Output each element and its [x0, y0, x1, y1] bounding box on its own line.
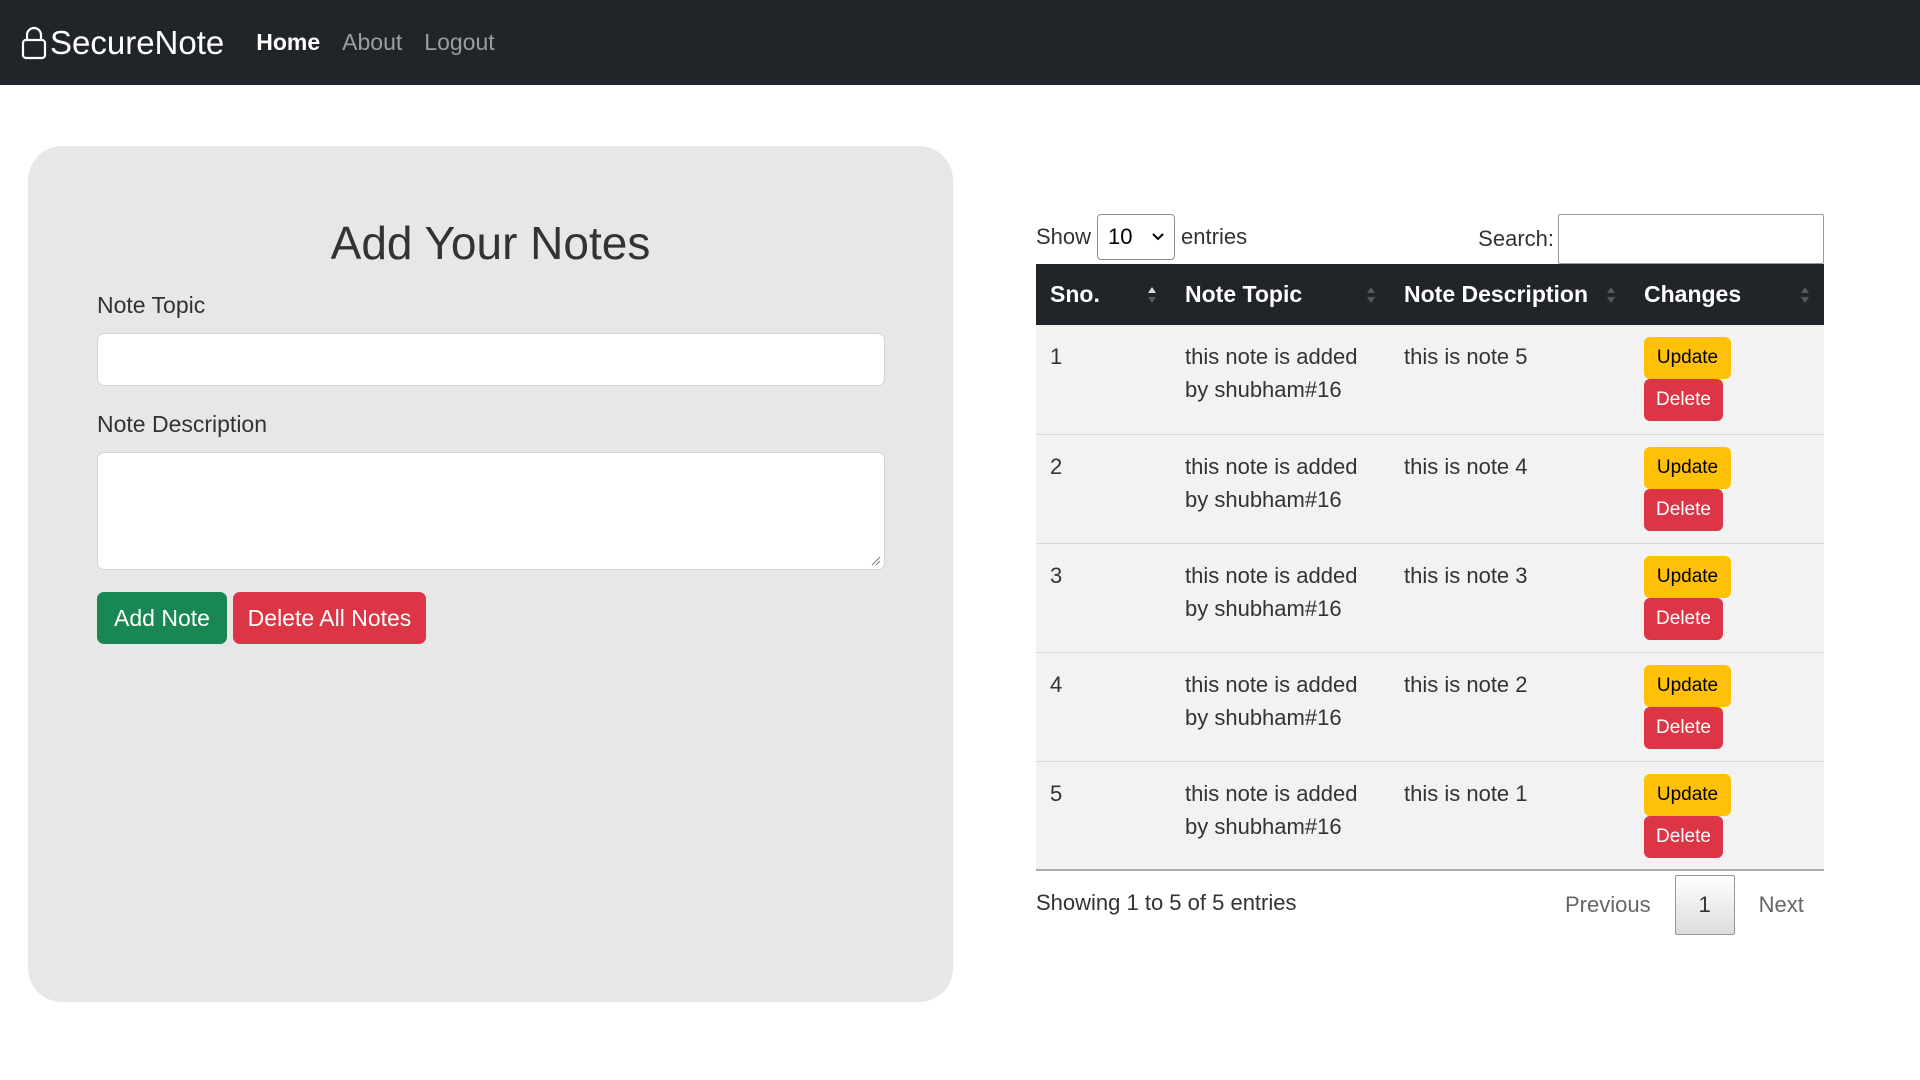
header-topic-label: Note Topic — [1185, 281, 1303, 307]
header-note-description[interactable]: Note Description — [1390, 264, 1630, 325]
sort-icon — [1367, 287, 1375, 303]
table-row: 4 this note is added by shubham#16 this i… — [1036, 652, 1824, 761]
topic-line: by shubham#16 — [1185, 377, 1342, 402]
table-row: 1 this note is added by shubham#16 this i… — [1036, 325, 1824, 434]
cell-description: this is note 3 — [1404, 562, 1528, 588]
update-button[interactable]: Update — [1644, 555, 1731, 598]
cell-description: this is note 4 — [1404, 453, 1528, 479]
topic-line: this note is added — [1185, 453, 1358, 479]
cell-changes: Update Delete — [1630, 761, 1824, 870]
cell-changes: Update Delete — [1630, 543, 1824, 652]
topic-line: this note is added — [1185, 671, 1358, 697]
header-sno[interactable]: Sno. — [1036, 264, 1171, 325]
header-sno-label: Sno. — [1050, 281, 1100, 307]
table-row: 3 this note is added by shubham#16 this i… — [1036, 543, 1824, 652]
nav-about[interactable]: About — [342, 29, 402, 56]
cell-changes: Update Delete — [1630, 325, 1824, 434]
cell-description: this is note 5 — [1404, 344, 1528, 369]
form-title: Add Your Notes — [330, 217, 651, 269]
notes-table: Sno. Note Topic Note Description Changes — [1036, 264, 1824, 871]
cell-sno: 3 — [1050, 562, 1063, 588]
cell-changes: Update Delete — [1630, 434, 1824, 543]
brand-link[interactable]: SecureNote — [20, 24, 224, 62]
header-changes[interactable]: Changes — [1630, 264, 1824, 325]
table-controls: Show 10 entries Search: — [1036, 214, 1824, 264]
topic-line: by shubham#16 — [1185, 704, 1342, 730]
topic-line: by shubham#16 — [1185, 486, 1342, 512]
cell-topic: this note is added by shubham#16 — [1171, 543, 1390, 652]
topic-line: this note is added — [1185, 562, 1358, 588]
chevron-down-icon — [1152, 233, 1164, 241]
header-note-topic[interactable]: Note Topic — [1171, 264, 1390, 325]
show-label: Show — [1036, 224, 1092, 249]
cell-sno: 1 — [1050, 344, 1063, 369]
cell-sno: 2 — [1050, 453, 1063, 479]
search-label: Search: — [1478, 226, 1554, 251]
cell-topic: this note is added by shubham#16 — [1171, 652, 1390, 761]
header-description-label: Note Description — [1404, 281, 1589, 307]
page-button-current[interactable]: 1 — [1674, 875, 1735, 935]
cell-topic: this note is added by shubham#16 — [1171, 325, 1390, 434]
lock-icon — [21, 26, 47, 59]
topic-line: this note is added — [1185, 780, 1358, 806]
resize-grip-icon[interactable] — [871, 556, 881, 566]
header-changes-label: Changes — [1644, 281, 1742, 307]
topic-line: by shubham#16 — [1185, 595, 1342, 621]
update-button[interactable]: Update — [1644, 337, 1731, 379]
topic-line: by shubham#16 — [1185, 813, 1342, 839]
nav-home[interactable]: Home — [256, 29, 320, 56]
delete-button[interactable]: Delete — [1644, 706, 1723, 749]
cell-sno: 5 — [1050, 780, 1063, 806]
note-description-label: Note Description — [97, 411, 268, 437]
brand-name: SecureNote — [50, 23, 225, 61]
delete-button[interactable]: Delete — [1644, 815, 1723, 858]
note-topic-label: Note Topic — [97, 292, 206, 318]
entries-length: Show 10 entries — [1036, 214, 1247, 260]
sort-asc-icon — [1148, 287, 1156, 303]
navbar: SecureNote Home About Logout — [0, 0, 1920, 85]
cell-sno: 4 — [1050, 671, 1063, 697]
delete-button[interactable]: Delete — [1644, 597, 1723, 640]
table-search: Search: — [1478, 214, 1824, 264]
cell-description: this is note 2 — [1404, 671, 1528, 697]
entries-select[interactable]: 10 — [1097, 214, 1176, 260]
update-button[interactable]: Update — [1644, 773, 1731, 816]
topic-line: this note is added — [1185, 344, 1358, 369]
pagination: Previous 1 Next — [1541, 875, 1828, 935]
update-button[interactable]: Update — [1644, 664, 1731, 707]
table-info: Showing 1 to 5 of 5 entries — [1036, 890, 1297, 915]
nav-logout[interactable]: Logout — [424, 29, 494, 56]
table-row: 2 this note is added by shubham#16 this i… — [1036, 434, 1824, 543]
sort-icon — [1801, 287, 1809, 303]
sort-icon — [1607, 287, 1615, 303]
cell-description: this is note 1 — [1404, 780, 1528, 806]
next-button[interactable]: Next — [1735, 892, 1828, 918]
entries-label: entries — [1181, 224, 1248, 249]
delete-all-notes-button[interactable]: Delete All Notes — [233, 592, 426, 644]
cell-topic: this note is added by shubham#16 — [1171, 434, 1390, 543]
add-note-button[interactable]: Add Note — [97, 592, 227, 644]
table-row: 5 this note is added by shubham#16 this i… — [1036, 761, 1824, 870]
search-input[interactable] — [1558, 214, 1824, 264]
update-button[interactable]: Update — [1644, 446, 1731, 489]
note-description-textarea[interactable] — [97, 452, 885, 570]
add-note-card: Add Your Notes Note Topic Note Descripti… — [28, 146, 953, 1002]
note-topic-input[interactable] — [97, 333, 885, 386]
table-header-row: Sno. Note Topic Note Description Changes — [1036, 264, 1824, 325]
cell-changes: Update Delete — [1630, 652, 1824, 761]
delete-button[interactable]: Delete — [1644, 488, 1723, 531]
delete-button[interactable]: Delete — [1644, 379, 1723, 421]
entries-select-value: 10 — [1108, 224, 1133, 249]
previous-button[interactable]: Previous — [1541, 892, 1675, 918]
cell-topic: this note is added by shubham#16 — [1171, 761, 1390, 870]
